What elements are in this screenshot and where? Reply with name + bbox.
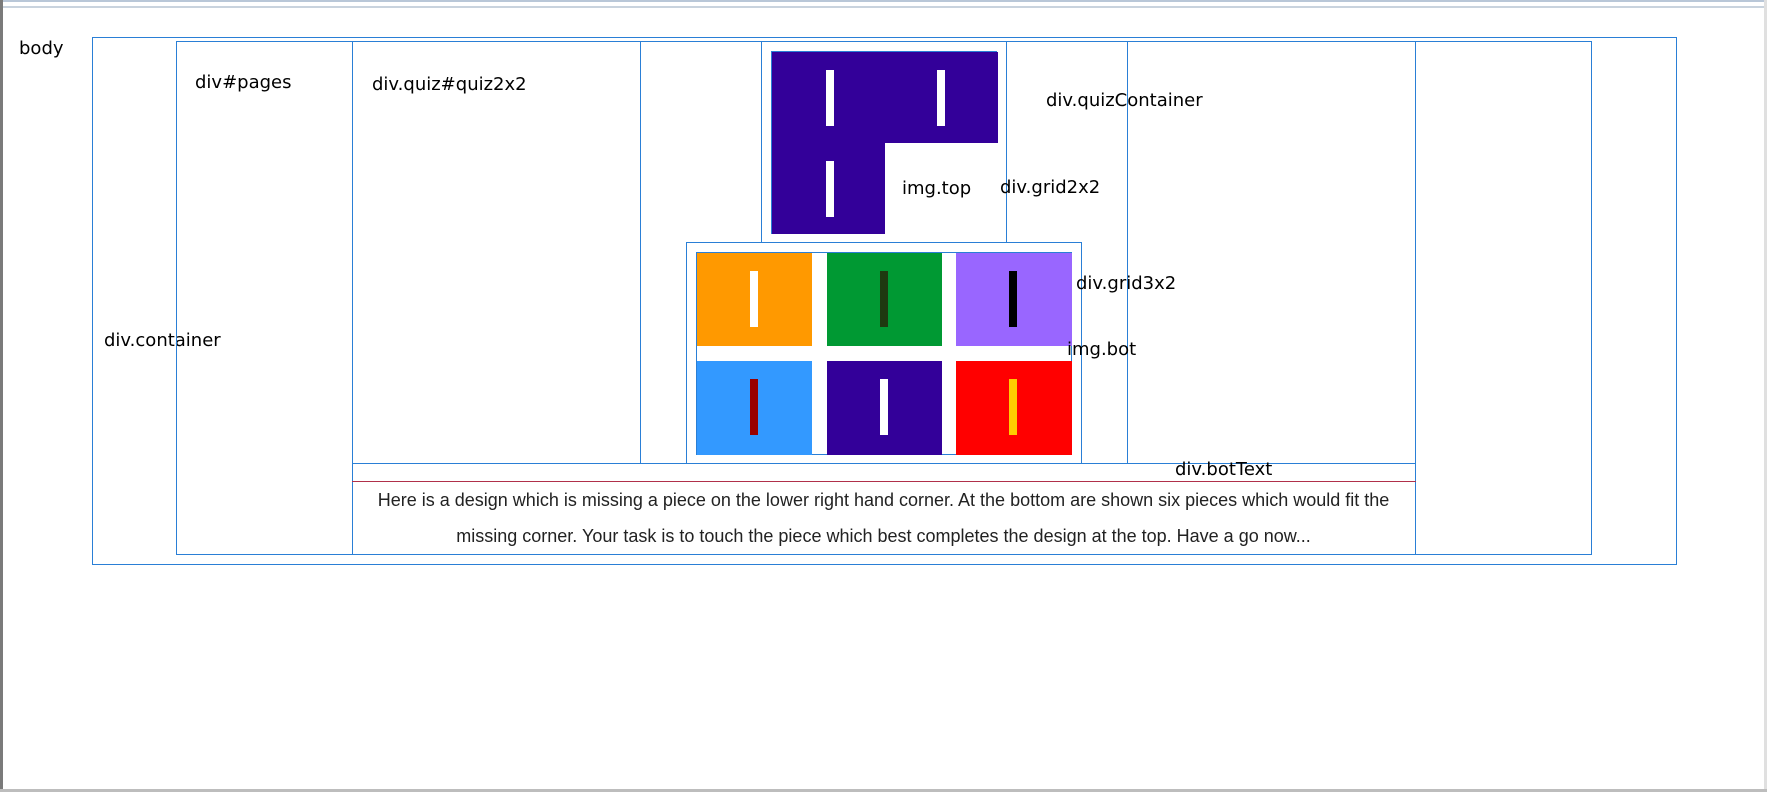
piece-bar bbox=[880, 271, 888, 327]
piece-bar bbox=[880, 379, 888, 435]
blue-piece[interactable] bbox=[697, 361, 812, 455]
page-body: { "labels": { "body": "body", "container… bbox=[0, 0, 1767, 792]
red-piece[interactable] bbox=[956, 361, 1072, 455]
img-top-label: img.top bbox=[902, 178, 972, 199]
piece-bar bbox=[750, 379, 758, 435]
grid2x2-label: div.grid2x2 bbox=[1000, 177, 1101, 198]
piece-bar bbox=[1009, 379, 1017, 435]
top-design-image: img.top bbox=[771, 51, 998, 234]
design-tile-top-right bbox=[885, 52, 998, 143]
quiz-container-label: div.quizContainer bbox=[1046, 90, 1203, 111]
green-piece[interactable] bbox=[827, 253, 942, 346]
design-bar bbox=[826, 161, 834, 217]
answer-pieces-image bbox=[696, 252, 1072, 455]
purple-piece[interactable] bbox=[956, 253, 1072, 346]
top-border-secondary bbox=[0, 6, 1767, 8]
piece-bar bbox=[1009, 271, 1017, 327]
design-tile-top-left bbox=[772, 52, 885, 143]
pages-label: div#pages bbox=[195, 72, 292, 93]
img-bot-label: img.bot bbox=[1067, 339, 1137, 360]
bottext-label: div.botText bbox=[1175, 459, 1273, 480]
design-tile-bottom-left bbox=[772, 143, 885, 234]
orange-piece[interactable] bbox=[697, 253, 812, 346]
top-border bbox=[0, 0, 1767, 2]
grid3x2-label: div.grid3x2 bbox=[1076, 273, 1177, 294]
piece-bar bbox=[750, 271, 758, 327]
left-window-edge bbox=[0, 0, 3, 792]
design-bar bbox=[937, 70, 945, 126]
body-label: body bbox=[19, 38, 64, 59]
instructions-text: Here is a design which is missing a piec… bbox=[377, 490, 1390, 546]
indigo-piece[interactable] bbox=[827, 361, 942, 455]
quiz-label: div.quiz#quiz2x2 bbox=[372, 74, 527, 95]
design-bar bbox=[826, 70, 834, 126]
